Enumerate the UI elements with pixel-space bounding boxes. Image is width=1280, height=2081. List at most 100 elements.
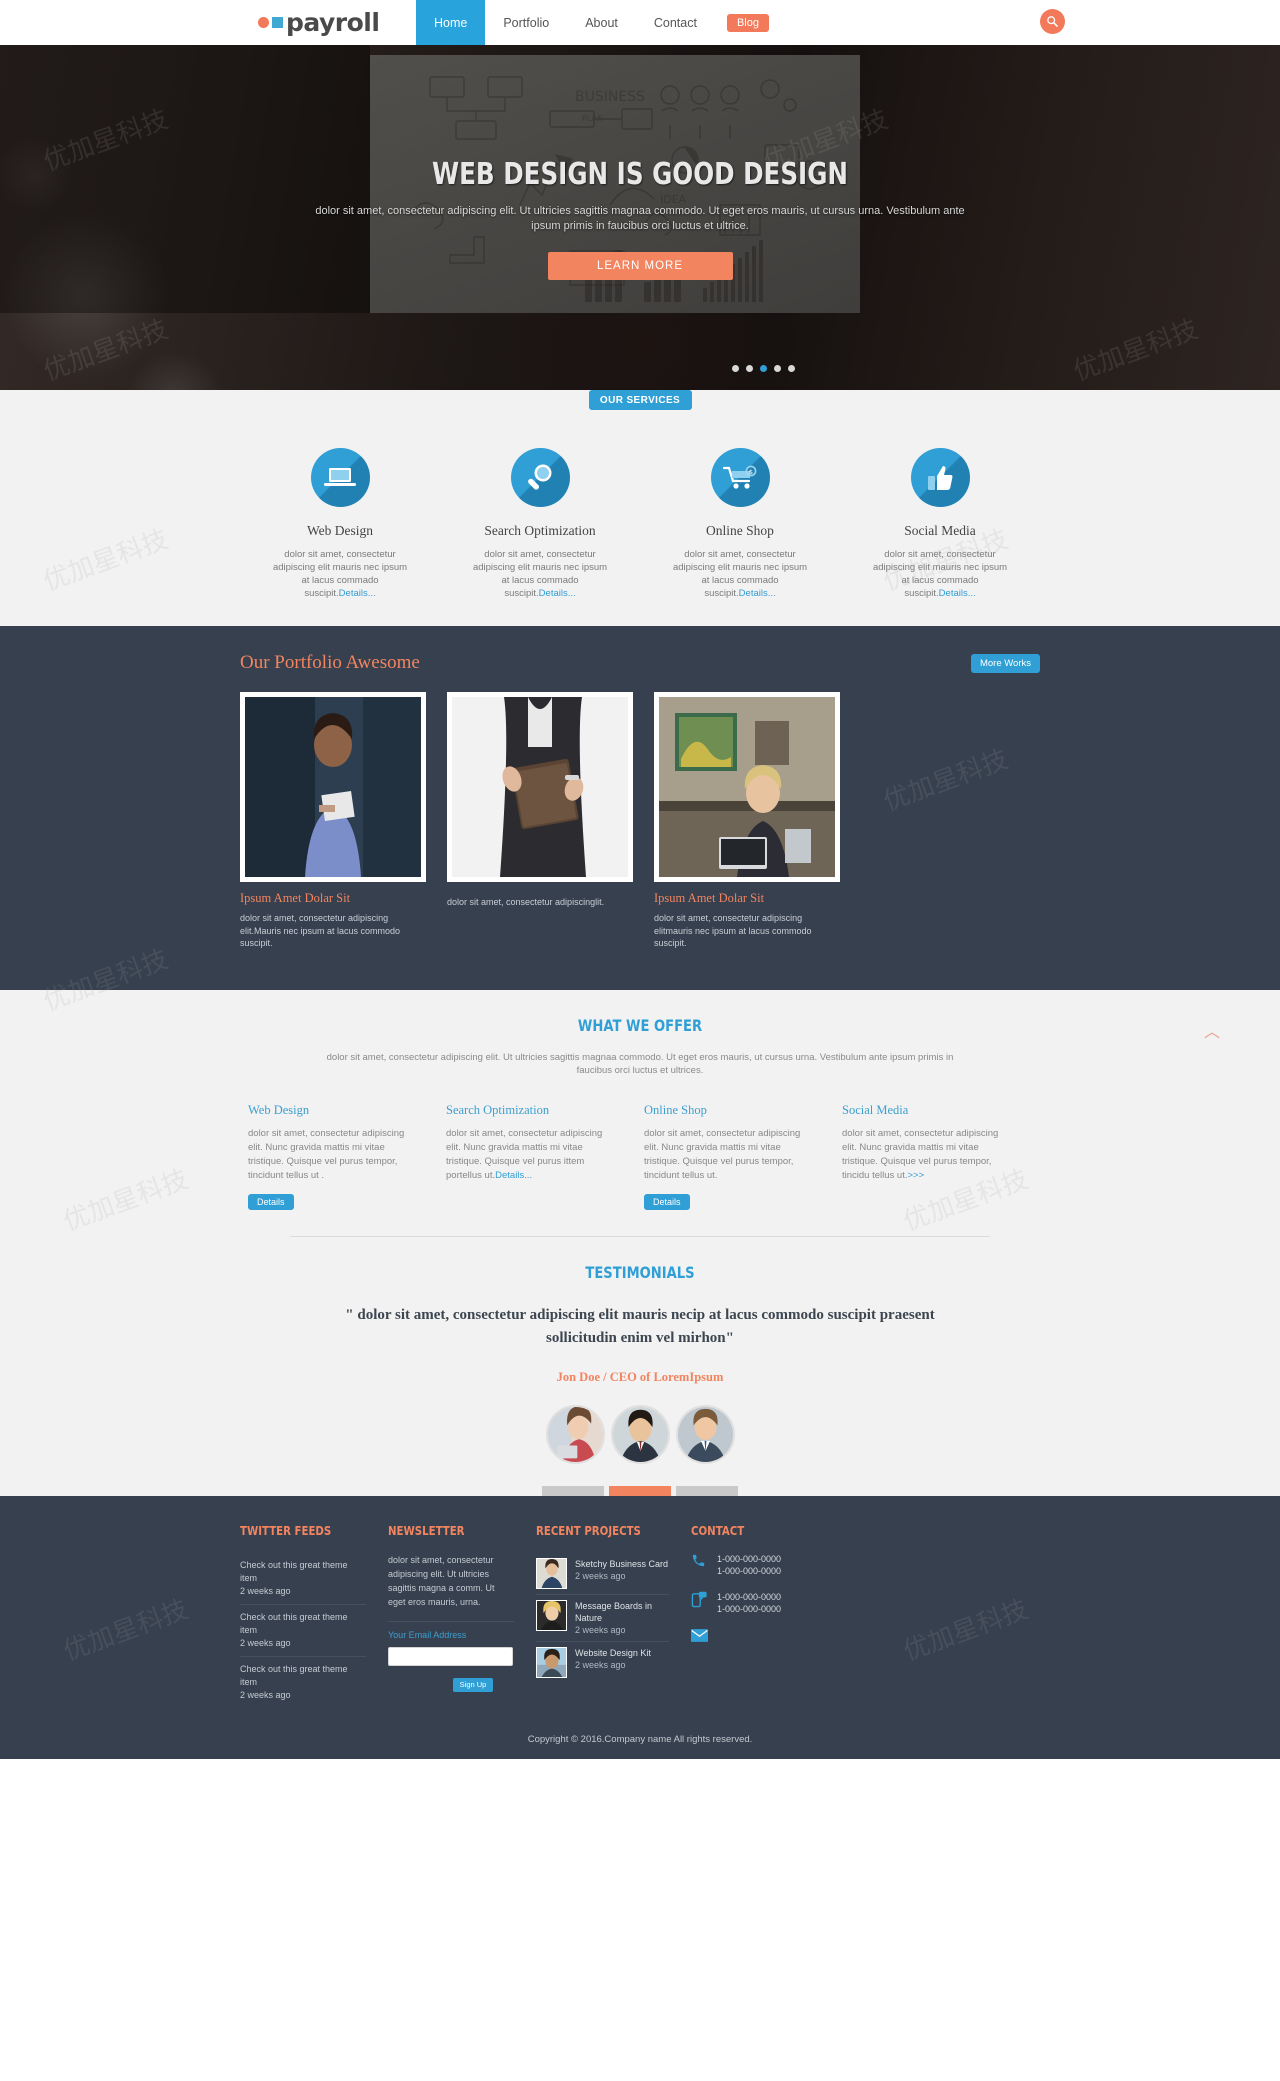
project-item-1[interactable]: Sketchy Business Card 2 weeks ago [536, 1553, 669, 1594]
slider-dot-3[interactable] [760, 365, 767, 372]
service-card-web-design[interactable]: Web Design dolor sit amet, consectetur a… [240, 448, 440, 600]
offer-col-social-media: Social Media dolor sit amet, consectetur… [842, 1103, 1040, 1210]
tweet-text: Check out this great theme item [240, 1611, 348, 1635]
offer-details-link[interactable]: Details... [495, 1170, 532, 1181]
services-grid: Web Design dolor sit amet, consectetur a… [240, 410, 1040, 600]
offer-details-button[interactable]: Details [248, 1193, 294, 1210]
page-root: payroll Home Portfolio About Contact Blo… [0, 0, 1280, 1759]
hero-cta-button[interactable]: LEARN MORE [547, 252, 733, 280]
portfolio-item-1[interactable]: Ipsum Amet Dolar Sit dolor sit amet, con… [240, 692, 426, 950]
service-card-search-optimization[interactable]: Search Optimization dolor sit amet, cons… [440, 448, 640, 600]
pager-bar-1[interactable] [542, 1485, 604, 1496]
nav-item-about[interactable]: About [567, 0, 636, 45]
divider [388, 1620, 514, 1622]
testimonial-author: Jon Doe / CEO of LoremIpsum [556, 1369, 724, 1384]
service-details-link[interactable]: Details... [339, 588, 376, 599]
offer-subtitle: dolor sit amet, consectetur adipiscing e… [326, 1051, 954, 1076]
project-time: 2 weeks ago [575, 1659, 626, 1670]
project-title: Website Design Kit [575, 1647, 651, 1658]
service-card-social-media[interactable]: Social Media dolor sit amet, consectetur… [840, 448, 1040, 600]
tweet-item-3[interactable]: Check out this great theme item 2 weeks … [240, 1657, 366, 1708]
service-title: Web Design [306, 523, 374, 538]
tweet-item-1[interactable]: Check out this great theme item 2 weeks … [240, 1553, 366, 1604]
portfolio-grid: Ipsum Amet Dolar Sit dolor sit amet, con… [240, 692, 1040, 950]
portfolio-text-3: dolor sit amet, consectetur adipiscing e… [654, 913, 812, 948]
pager-bar-2[interactable] [609, 1485, 671, 1496]
mobile-line-2: 1-000-000-0000 [717, 1603, 782, 1614]
service-desc: dolor sit amet, consectetur adipiscing e… [672, 549, 808, 599]
tweet-text: Check out this great theme item [240, 1663, 348, 1687]
offer-heading: Search Optimization [446, 1102, 550, 1117]
tweet-time: 2 weeks ago [240, 1689, 291, 1700]
project-thumb-1 [536, 1557, 567, 1589]
site-logo[interactable]: payroll [240, 0, 416, 45]
contact-email[interactable] [691, 1628, 839, 1647]
avatar-3[interactable] [675, 1404, 735, 1464]
slider-dot-4[interactable] [774, 365, 781, 372]
services-tag: OUR SERVICES [588, 390, 692, 410]
newsletter-signup-button[interactable]: Sign Up [453, 1677, 493, 1692]
slider-dot-2[interactable] [746, 365, 753, 372]
search-button[interactable] [1040, 9, 1065, 34]
project-title: Message Boards in Nature [575, 1600, 653, 1623]
project-time: 2 weeks ago [575, 1570, 626, 1581]
slider-dot-1[interactable] [732, 365, 739, 372]
phone-line-2: 1-000-000-0000 [717, 1565, 782, 1576]
footer-heading-newsletter: NEWSLETTER [388, 1523, 465, 1538]
footer-newsletter-column: NEWSLETTER dolor sit amet, consectetur a… [388, 1524, 536, 1708]
pager-bar-3[interactable] [676, 1485, 738, 1496]
portfolio-title: Our Portfolio Awesome [240, 652, 420, 673]
site-header: payroll Home Portfolio About Contact Blo… [0, 0, 1280, 45]
tweet-item-2[interactable]: Check out this great theme item 2 weeks … [240, 1605, 366, 1656]
contact-phone: 1-000-000-0000 1-000-000-0000 [691, 1553, 839, 1577]
scroll-to-top-icon[interactable]: ︿ [1204, 1018, 1220, 1042]
service-desc: dolor sit amet, consectetur adipiscing e… [472, 549, 608, 599]
portfolio-item-2[interactable]: dolor sit amet, consectetur adipiscingli… [447, 692, 633, 950]
contact-phone-lines: 1-000-000-0000 1-000-000-0000 [717, 1553, 781, 1577]
avatar-2[interactable] [610, 1404, 670, 1464]
logo-dot-icon [258, 17, 269, 28]
nav-item-blog[interactable]: Blog [726, 13, 769, 32]
portfolio-image-3 [659, 697, 835, 877]
portfolio-text-1: dolor sit amet, consectetur adipiscing e… [240, 913, 401, 948]
offer-col-online-shop: Online Shop dolor sit amet, consectetur … [644, 1103, 842, 1210]
portfolio-caption-3: Ipsum Amet Dolar Sit [654, 891, 765, 905]
nav-item-portfolio[interactable]: Portfolio [485, 0, 567, 45]
project-thumb-2 [536, 1599, 567, 1631]
service-details-link[interactable]: Details... [539, 588, 576, 599]
offer-more-link[interactable]: >>> [907, 1170, 924, 1181]
testimonials-section: TESTIMONIALS " dolor sit amet, consectet… [0, 1236, 1280, 1496]
project-item-3[interactable]: Website Design Kit 2 weeks ago [536, 1642, 669, 1683]
site-footer: TWITTER FEEDS Check out this great theme… [0, 1495, 1280, 1759]
hero-subtitle: dolor sit amet, consectetur adipiscing e… [315, 205, 965, 232]
slider-dot-5[interactable] [788, 365, 795, 372]
service-card-online-shop[interactable]: $ Online Shop dolor sit amet, consectetu… [640, 448, 840, 600]
offer-body: dolor sit amet, consectetur adipiscing e… [842, 1127, 999, 1181]
hero-slider-dots[interactable] [732, 365, 795, 372]
newsletter-body: dolor sit amet, consectetur adipiscing e… [388, 1554, 495, 1607]
more-works-button[interactable]: More Works [970, 653, 1040, 673]
nav-item-home[interactable]: Home [416, 0, 486, 45]
main-nav: Home Portfolio About Contact Blog [416, 0, 781, 45]
mobile-line-1: 1-000-000-0000 [717, 1591, 782, 1602]
service-desc: dolor sit amet, consectetur adipiscing e… [272, 549, 408, 599]
copyright-text: Copyright © 2016.Company name All rights… [527, 1733, 753, 1745]
newsletter-label: Your Email Address [388, 1629, 467, 1640]
envelope-icon [691, 1628, 708, 1647]
testimonials-title: TESTIMONIALS [585, 1262, 695, 1282]
nav-item-blog-wrap: Blog [715, 0, 781, 45]
offer-col-search-optimization: Search Optimization dolor sit amet, cons… [446, 1103, 644, 1210]
service-details-link[interactable]: Details... [739, 588, 776, 599]
portfolio-item-3[interactable]: Ipsum Amet Dolar Sit dolor sit amet, con… [654, 692, 840, 950]
nav-item-contact[interactable]: Contact [636, 0, 715, 45]
avatar-1[interactable] [545, 1404, 605, 1464]
newsletter-email-input[interactable] [388, 1646, 513, 1666]
contact-mobile-lines: 1-000-000-0000 1-000-000-0000 [717, 1591, 781, 1615]
offer-details-button[interactable]: Details [644, 1193, 690, 1210]
thumbs-up-icon [910, 448, 970, 507]
project-item-2[interactable]: Message Boards in Nature 2 weeks ago [536, 1595, 669, 1641]
project-title: Sketchy Business Card [575, 1558, 669, 1569]
testimonial-pager[interactable] [0, 1485, 1280, 1496]
svg-text:$: $ [749, 468, 753, 476]
service-details-link[interactable]: Details... [939, 588, 976, 599]
